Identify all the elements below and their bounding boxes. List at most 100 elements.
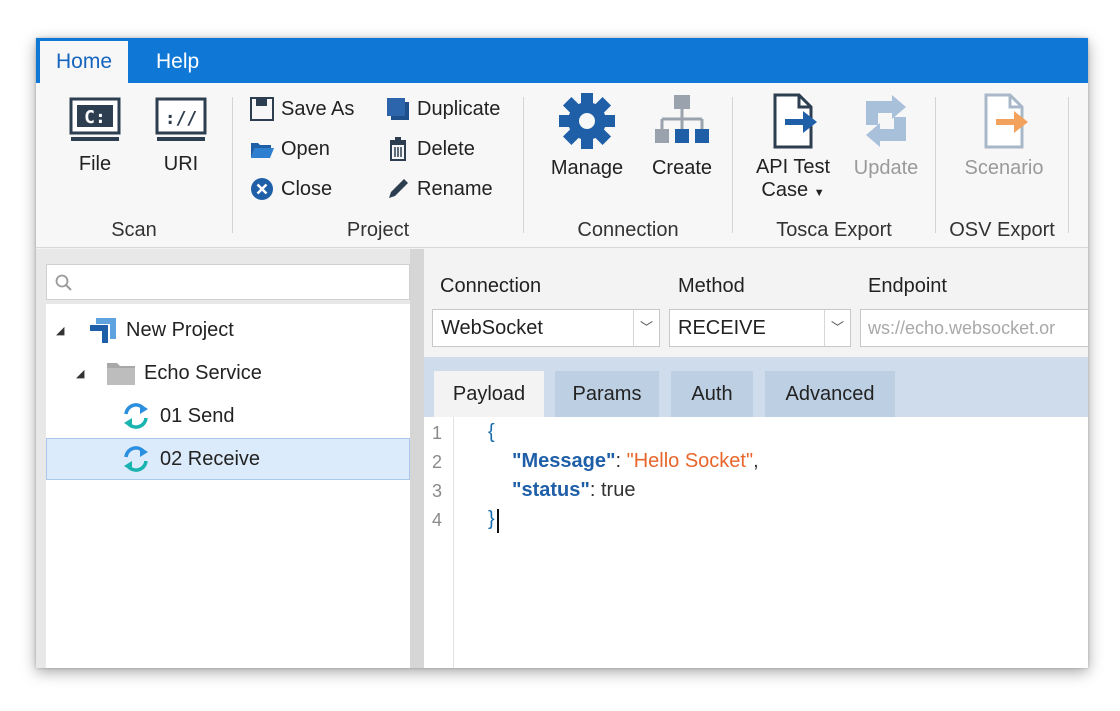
- manage-button[interactable]: Manage: [542, 91, 632, 181]
- api-test-case-label-case: Case: [761, 179, 809, 201]
- osv-export-group: Scenario OSV Export: [936, 83, 1068, 248]
- uri-slashes-icon: ://: [155, 97, 207, 141]
- duplicate-label: Duplicate: [417, 97, 501, 120]
- search-icon: [55, 274, 72, 291]
- tab-params[interactable]: Params: [555, 371, 659, 417]
- app-window: Home Help C: File :// URI Scan Save As O…: [36, 38, 1088, 668]
- sync-icon: [124, 403, 148, 429]
- osv-export-group-label: OSV Export: [949, 219, 1055, 241]
- duplicate-icon: [387, 98, 409, 120]
- tree-node-label: Echo Service: [144, 361, 262, 384]
- request-editor: Connection Method Endpoint WebSocket ﹀ R…: [424, 249, 1088, 668]
- rename-label: Rename: [417, 177, 493, 200]
- close-button[interactable]: Close: [249, 173, 332, 205]
- project-icon: [90, 318, 116, 343]
- tab-payload[interactable]: Payload: [434, 371, 544, 417]
- json-comma: ,: [753, 450, 759, 472]
- api-test-case-label-line2: Case ▼: [747, 179, 839, 204]
- method-select-value: RECEIVE: [678, 317, 766, 339]
- project-group-label: Project: [346, 219, 410, 241]
- tab-auth[interactable]: Auth: [671, 371, 753, 417]
- scan-file-label: File: [78, 153, 112, 175]
- network-icon: [655, 95, 709, 143]
- payload-tab-strip: Payload Params Auth Advanced: [424, 357, 1088, 417]
- drive-c-icon: C:: [69, 97, 121, 141]
- api-test-case-button[interactable]: API Test Case ▼: [747, 91, 839, 204]
- json-colon: :: [615, 450, 627, 472]
- scan-uri-label: URI: [163, 153, 199, 175]
- tab-advanced[interactable]: Advanced: [765, 371, 895, 417]
- tree-node-label: 01 Send: [160, 404, 235, 427]
- method-select[interactable]: RECEIVE ﹀: [669, 309, 851, 347]
- open-button[interactable]: Open: [249, 133, 330, 165]
- scan-group-label: Scan: [111, 219, 157, 241]
- ribbon-tab-bar: Home Help: [36, 38, 1088, 83]
- line-number: 2: [432, 452, 443, 472]
- tree-node-new-project[interactable]: ◢ New Project: [46, 309, 410, 351]
- create-label: Create: [651, 157, 713, 179]
- panel-splitter[interactable]: [410, 249, 424, 668]
- close-label: Close: [281, 177, 333, 200]
- scenario-button[interactable]: Scenario: [956, 91, 1052, 181]
- trash-icon: [390, 137, 406, 161]
- folder-open-icon: [251, 143, 274, 158]
- manage-label: Manage: [550, 157, 624, 179]
- api-test-case-label-line1: API Test: [755, 156, 831, 178]
- json-line-status: "status": true: [512, 479, 635, 502]
- line-number-gutter: 1 2 3 4: [424, 417, 454, 668]
- line-number: 3: [432, 481, 443, 501]
- save-as-button[interactable]: Save As: [249, 93, 354, 125]
- project-group: Save As Open Close Duplicate Delete Rena…: [233, 83, 523, 248]
- delete-button[interactable]: Delete: [385, 133, 475, 165]
- svg-text:C:: C:: [84, 107, 106, 128]
- endpoint-label: Endpoint: [868, 275, 947, 297]
- pencil-icon: [389, 179, 408, 198]
- tree-node-label: 02 Receive: [160, 447, 261, 470]
- tab-help[interactable]: Help: [140, 41, 215, 83]
- gear-icon: [559, 93, 615, 149]
- expand-caret-icon[interactable]: ◢: [76, 367, 84, 380]
- chevron-down-icon[interactable]: ﹀: [824, 310, 850, 346]
- update-button[interactable]: Update: [843, 91, 929, 181]
- export-document-icon: [773, 93, 817, 149]
- payload-code-editor[interactable]: 1 2 3 4 { "Message": "Hello Socket", "st…: [424, 417, 1088, 668]
- tree-search-input[interactable]: [46, 264, 410, 300]
- open-label: Open: [281, 137, 330, 160]
- connection-select[interactable]: WebSocket ﹀: [432, 309, 660, 347]
- dropdown-arrow-icon: ▼: [813, 187, 825, 199]
- expand-caret-icon[interactable]: ◢: [56, 324, 64, 337]
- tree-node-label: New Project: [126, 318, 234, 341]
- json-bool-value: true: [601, 479, 636, 501]
- save-as-label: Save As: [281, 97, 355, 120]
- json-string-value: "Hello Socket": [626, 450, 754, 472]
- text-cursor: [497, 509, 499, 533]
- rename-button[interactable]: Rename: [385, 173, 493, 205]
- scan-file-button[interactable]: C: File: [64, 91, 126, 177]
- update-icon: [866, 95, 906, 147]
- tree-node-02-receive[interactable]: 02 Receive: [46, 438, 410, 480]
- svg-text:://: ://: [165, 108, 198, 129]
- ribbon-separator: [1068, 97, 1069, 233]
- method-label: Method: [678, 275, 745, 297]
- create-button[interactable]: Create: [640, 91, 724, 181]
- save-icon: [250, 97, 274, 121]
- scenario-export-icon: [984, 93, 1028, 149]
- tab-home[interactable]: Home: [40, 41, 129, 83]
- line-number: 1: [432, 423, 443, 443]
- duplicate-button[interactable]: Duplicate: [385, 93, 500, 125]
- scan-uri-button[interactable]: :// URI: [150, 91, 212, 177]
- connection-group-label: Connection: [577, 219, 679, 241]
- json-close-brace: }: [488, 508, 495, 530]
- update-label: Update: [853, 157, 919, 179]
- tosca-export-group: API Test Case ▼ Update Tosca Export: [733, 83, 935, 248]
- tosca-export-group-label: Tosca Export: [776, 219, 892, 241]
- chevron-down-icon[interactable]: ﹀: [633, 310, 659, 346]
- connection-group: Manage Create Connection: [524, 83, 732, 248]
- scan-group: C: File :// URI Scan: [36, 83, 232, 248]
- endpoint-input[interactable]: ws://echo.websocket.or: [860, 309, 1088, 347]
- tree-node-echo-service[interactable]: ◢ Echo Service: [46, 352, 410, 394]
- json-key: "Message": [512, 450, 616, 472]
- tree-node-01-send[interactable]: 01 Send: [46, 395, 410, 437]
- ribbon: C: File :// URI Scan Save As Open Close …: [36, 83, 1088, 248]
- delete-label: Delete: [417, 137, 475, 160]
